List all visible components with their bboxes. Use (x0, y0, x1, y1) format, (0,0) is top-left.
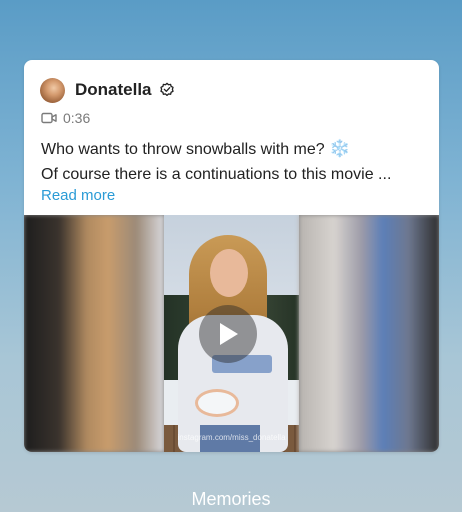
video-duration: 0:36 (41, 110, 90, 126)
video-thumbnail[interactable]: instagram.com/miss_donatella (24, 215, 439, 452)
post-card[interactable]: Donatella 0:36 Who wants to throw snowba… (24, 60, 439, 452)
snowball (198, 392, 236, 414)
caption-line-1: Who wants to throw snowballs with me? (41, 141, 325, 158)
duration-text: 0:36 (63, 110, 91, 126)
verified-check-icon (159, 82, 174, 96)
video-camera-icon (41, 112, 57, 124)
blurred-background-left (24, 215, 164, 452)
memories-label[interactable]: Memories (0, 489, 462, 510)
username[interactable]: Donatella (75, 80, 152, 100)
blurred-background-right (299, 215, 439, 452)
play-button[interactable] (199, 305, 257, 363)
read-more-link[interactable]: Read more (41, 187, 115, 204)
snowflake-emoji: ❄️ (329, 139, 351, 158)
avatar[interactable] (40, 77, 65, 103)
post-caption: Who wants to throw snowballs with me? ❄️… (41, 136, 423, 187)
post-header: Donatella (40, 76, 175, 104)
video-watermark: instagram.com/miss_donatella (177, 433, 286, 442)
play-icon (220, 323, 238, 345)
caption-line-2: Of course there is a continuations to th… (41, 166, 392, 183)
